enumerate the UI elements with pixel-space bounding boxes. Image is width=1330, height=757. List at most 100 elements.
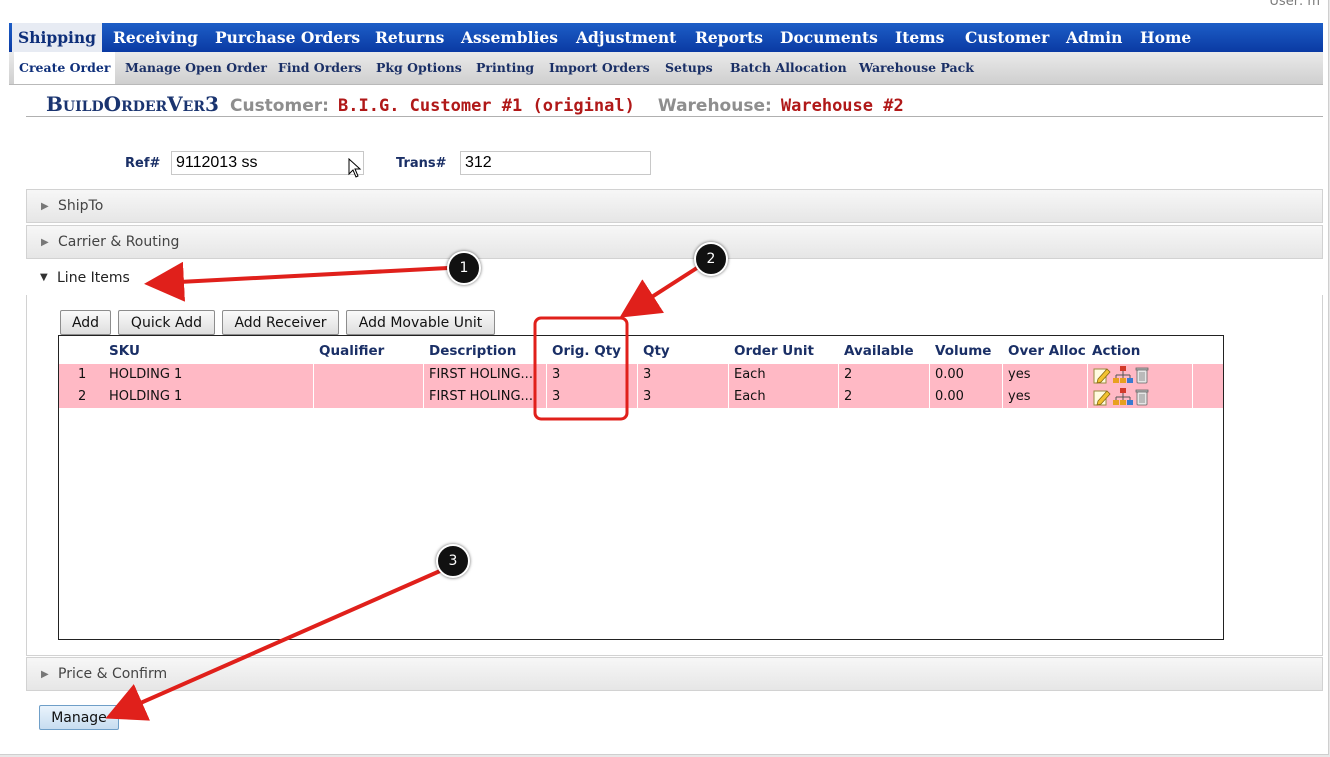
column-divider xyxy=(546,364,547,386)
manage-button[interactable]: Manage xyxy=(39,705,119,730)
table-row[interactable]: 2 HOLDING 1 FIRST HOLING... 3 3 Each 2 0… xyxy=(59,386,1223,408)
table-row[interactable]: 1 HOLDING 1 FIRST HOLING... 3 3 Each 2 0… xyxy=(59,364,1223,386)
col-header-order-unit[interactable]: Order Unit xyxy=(734,343,814,359)
section-carrier-routing[interactable]: ▶ Carrier & Routing xyxy=(26,225,1323,259)
subnav-printing[interactable]: Printing xyxy=(476,52,534,84)
nav-home[interactable]: Home xyxy=(1140,23,1191,52)
expand-arrow-icon: ▶ xyxy=(41,201,49,212)
nav-items[interactable]: Items xyxy=(895,23,944,52)
column-divider xyxy=(728,386,729,408)
subnav-create-order[interactable]: Create Order xyxy=(14,52,116,84)
col-header-qualifier[interactable]: Qualifier xyxy=(319,343,384,359)
col-header-qty[interactable]: Qty xyxy=(643,343,670,359)
column-divider xyxy=(423,364,424,386)
order-unit-cell: Each xyxy=(734,389,766,404)
trash-icon[interactable] xyxy=(1135,388,1149,406)
column-divider xyxy=(929,364,930,386)
sku-cell: HOLDING 1 xyxy=(109,367,183,382)
column-divider xyxy=(1192,364,1193,386)
column-divider xyxy=(637,364,638,386)
nav-documents[interactable]: Documents xyxy=(780,23,878,52)
section-line-items[interactable]: ▼ Line Items xyxy=(26,261,1323,295)
column-divider xyxy=(1192,386,1193,408)
description-cell: FIRST HOLING... xyxy=(429,367,533,382)
subnav-setups[interactable]: Setups xyxy=(665,52,713,84)
section-price-label: Price & Confirm xyxy=(58,666,168,682)
trans-input[interactable] xyxy=(460,151,651,175)
column-divider xyxy=(546,386,547,408)
over-alloc-cell: yes xyxy=(1008,367,1031,382)
expand-arrow-icon: ▶ xyxy=(41,669,49,680)
section-carrier-label: Carrier & Routing xyxy=(58,234,180,250)
warehouse-value: Warehouse #2 xyxy=(780,96,904,116)
column-divider xyxy=(637,386,638,408)
trash-icon[interactable] xyxy=(1135,366,1149,384)
subnav-import-orders[interactable]: Import Orders xyxy=(549,52,650,84)
sku-cell: HOLDING 1 xyxy=(109,389,183,404)
annotation-badge-2: 2 xyxy=(694,242,728,276)
column-divider xyxy=(1002,364,1003,386)
page-title: BuildOrderVer3 xyxy=(46,92,219,116)
subnav-find-orders[interactable]: Find Orders xyxy=(278,52,362,84)
nav-returns[interactable]: Returns xyxy=(375,23,444,52)
description-cell: FIRST HOLING... xyxy=(429,389,533,404)
col-header-volume[interactable]: Volume xyxy=(935,343,991,359)
nav-shipping[interactable]: Shipping xyxy=(12,23,103,53)
hierarchy-icon[interactable] xyxy=(1113,388,1133,406)
nav-adjustment[interactable]: Adjustment xyxy=(576,23,676,52)
column-divider xyxy=(929,386,930,408)
add-button[interactable]: Add xyxy=(60,310,111,335)
add-receiver-button[interactable]: Add Receiver xyxy=(222,310,339,335)
subnav-batch-allocation[interactable]: Batch Allocation xyxy=(730,52,847,84)
subnav-pkg-options[interactable]: Pkg Options xyxy=(376,52,462,84)
available-cell: 2 xyxy=(844,367,853,382)
row-number: 1 xyxy=(78,367,87,382)
row-actions xyxy=(1093,388,1157,406)
over-alloc-cell: yes xyxy=(1008,389,1031,404)
orig-qty-cell: 3 xyxy=(552,367,561,382)
qty-cell: 3 xyxy=(643,367,652,382)
column-divider xyxy=(838,364,839,386)
nav-assemblies[interactable]: Assemblies xyxy=(461,23,558,52)
subnav-manage-open-order[interactable]: Manage Open Order xyxy=(125,52,267,84)
column-divider xyxy=(1087,364,1088,386)
line-items-grid: SKU Qualifier Description Orig. Qty Qty … xyxy=(58,335,1224,640)
trans-label: Trans# xyxy=(396,156,447,171)
ref-label: Ref# xyxy=(125,156,161,171)
add-movable-unit-button[interactable]: Add Movable Unit xyxy=(346,310,495,335)
col-header-available[interactable]: Available xyxy=(844,343,914,359)
col-header-description[interactable]: Description xyxy=(429,343,516,359)
nav-purchase-orders[interactable]: Purchase Orders xyxy=(215,23,360,52)
column-divider xyxy=(1087,386,1088,408)
row-actions xyxy=(1093,366,1157,384)
annotation-badge-1: 1 xyxy=(447,251,481,285)
section-price-confirm[interactable]: ▶ Price & Confirm xyxy=(26,657,1323,691)
nav-customer[interactable]: Customer xyxy=(965,23,1049,52)
app-window: User: m Shipping Receiving Purchase Orde… xyxy=(0,0,1329,755)
nav-reports[interactable]: Reports xyxy=(695,23,763,52)
col-header-orig-qty[interactable]: Orig. Qty xyxy=(552,343,621,359)
col-header-sku[interactable]: SKU xyxy=(109,343,140,359)
hierarchy-icon[interactable] xyxy=(1113,366,1133,384)
ref-input[interactable] xyxy=(171,151,364,175)
column-divider xyxy=(728,364,729,386)
column-divider xyxy=(313,364,314,386)
nav-admin[interactable]: Admin xyxy=(1066,23,1122,52)
annotation-badge-3: 3 xyxy=(436,544,470,578)
edit-icon[interactable] xyxy=(1093,366,1111,384)
customer-value: B.I.G. Customer #1 (original) xyxy=(338,96,635,116)
edit-icon[interactable] xyxy=(1093,388,1111,406)
subnav-warehouse-pack[interactable]: Warehouse Pack xyxy=(859,52,974,84)
column-divider xyxy=(313,386,314,408)
expand-arrow-icon: ▶ xyxy=(41,237,49,248)
section-line-items-label: Line Items xyxy=(57,270,130,286)
column-divider xyxy=(838,386,839,408)
col-header-over-alloc[interactable]: Over Alloc xyxy=(1008,343,1086,359)
col-header-action: Action xyxy=(1092,343,1141,359)
section-shipto-label: ShipTo xyxy=(58,198,104,214)
main-nav: Shipping Receiving Purchase Orders Retur… xyxy=(9,23,1323,53)
quick-add-button[interactable]: Quick Add xyxy=(118,310,215,335)
section-shipto[interactable]: ▶ ShipTo xyxy=(26,189,1323,223)
orig-qty-cell: 3 xyxy=(552,389,561,404)
nav-receiving[interactable]: Receiving xyxy=(113,23,198,52)
